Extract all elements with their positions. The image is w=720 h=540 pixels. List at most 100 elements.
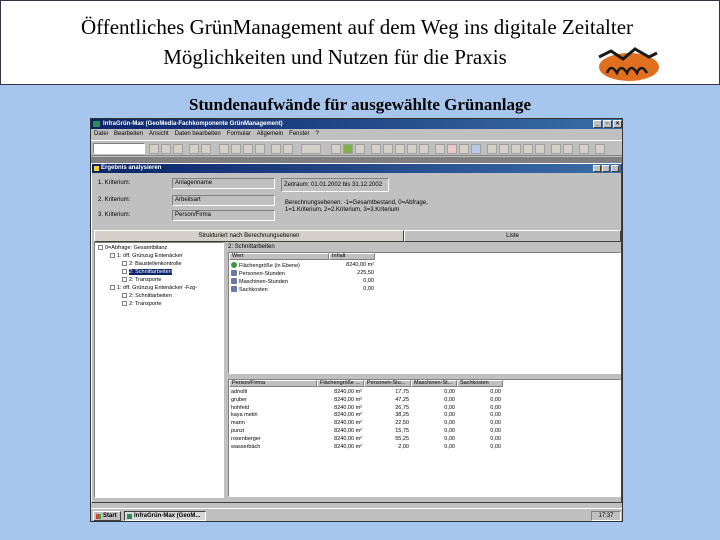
table-cell[interactable]: 0,00: [411, 428, 455, 435]
tree-node[interactable]: 0=Abfrage: Gesamtbilanz: [98, 245, 167, 252]
table-cell[interactable]: 0,00: [411, 389, 455, 396]
expand-icon[interactable]: [122, 277, 127, 282]
toolbar-measure-icon[interactable]: [563, 144, 573, 154]
menu-fenster[interactable]: Fenster: [289, 130, 309, 139]
summary-row[interactable]: Maschinen-Stunden: [231, 278, 288, 286]
toolbar-new-icon[interactable]: [149, 144, 159, 154]
table-header-flaeche[interactable]: Flächengröße ...: [317, 380, 364, 387]
summary-header-inhalt[interactable]: Inhalt: [329, 253, 375, 260]
table-cell[interactable]: 0,00: [457, 444, 501, 451]
table-cell[interactable]: 0,00: [411, 420, 455, 427]
menu-allgemein[interactable]: Allgemein: [257, 130, 283, 139]
toolbar-label-icon[interactable]: [551, 144, 561, 154]
toolbar-rotate-icon[interactable]: [523, 144, 533, 154]
summary-header-wert[interactable]: Wert: [229, 253, 329, 260]
close-button[interactable]: ×: [613, 120, 622, 128]
menu-bearbeiten[interactable]: Bearbeiten: [114, 130, 143, 139]
table-cell[interactable]: 15,75: [364, 428, 409, 435]
table-cell[interactable]: 26,75: [364, 405, 409, 412]
toolbar-next-icon[interactable]: [243, 144, 253, 154]
toolbar-save-icon[interactable]: [271, 144, 281, 154]
taskbar-app-button[interactable]: InfraGrün-Max (GeoM...: [124, 511, 206, 521]
summary-row[interactable]: Personen-Stunden: [231, 270, 285, 278]
table-cell[interactable]: punzi: [231, 428, 315, 435]
toolbar-select2-icon[interactable]: [459, 144, 469, 154]
tree-node[interactable]: 2: Schnittarbeiten: [122, 293, 172, 300]
toolbar-first-icon[interactable]: [219, 144, 229, 154]
summary-row[interactable]: Flächengröße (in Ebene): [231, 262, 300, 270]
toolbar-plus-icon[interactable]: [499, 144, 509, 154]
menu-formular[interactable]: Formular: [227, 130, 251, 139]
toolbar-select-icon[interactable]: [447, 144, 457, 154]
toolbar-search-icon[interactable]: [371, 144, 381, 154]
toolbar-prev-icon[interactable]: [231, 144, 241, 154]
table-cell[interactable]: 8240,00 m²: [317, 428, 362, 435]
tree-node[interactable]: 2: Baustellenkontrolle: [122, 261, 182, 268]
toolbar-text-icon[interactable]: [535, 144, 545, 154]
toolbar-undo-icon[interactable]: [189, 144, 199, 154]
toolbar-grid4-icon[interactable]: [419, 144, 429, 154]
table-cell[interactable]: 8240,00 m²: [317, 397, 362, 404]
expand-icon[interactable]: [122, 293, 127, 298]
minimize-button[interactable]: _: [593, 120, 602, 128]
table-cell[interactable]: wasserbäch: [231, 444, 315, 451]
table-header-person[interactable]: Person/Firma: [229, 380, 317, 387]
table-cell[interactable]: 0,00: [457, 405, 501, 412]
maximize-button[interactable]: ▫: [603, 120, 612, 128]
table-cell[interactable]: adnolti: [231, 389, 315, 396]
table-cell[interactable]: kaya metin: [231, 412, 315, 419]
table-cell[interactable]: 8240,00 m²: [317, 420, 362, 427]
collapse-icon[interactable]: [110, 253, 115, 258]
table-cell[interactable]: 8240,00 m²: [317, 444, 362, 451]
table-header-maschinen-stunden[interactable]: Maschinen-St...: [411, 380, 457, 387]
tree-node-selected[interactable]: 2: Schnittarbeiten: [122, 269, 172, 276]
toolbar-print-icon[interactable]: [595, 144, 605, 154]
dialog-minimize-button[interactable]: [593, 165, 601, 172]
table-cell[interactable]: gruber: [231, 397, 315, 404]
table-header-sachkosten[interactable]: Sachkosten: [457, 380, 503, 387]
toolbar-last-icon[interactable]: [255, 144, 265, 154]
table-cell[interactable]: 0,00: [457, 436, 501, 443]
toolbar-grid2-icon[interactable]: [395, 144, 405, 154]
table-cell[interactable]: 0,00: [411, 405, 455, 412]
table-cell[interactable]: 8240,00 m²: [317, 436, 362, 443]
menu-daten-bearbeiten[interactable]: Daten bearbeiten: [175, 130, 221, 139]
table-cell[interactable]: 0,00: [457, 397, 501, 404]
table-cell[interactable]: 8240,00 m²: [317, 389, 362, 396]
tree-node[interactable]: 1: öff. Grünzug Entenäcker: [110, 253, 183, 260]
table-cell[interactable]: 0,00: [411, 412, 455, 419]
table-cell[interactable]: 0,00: [457, 428, 501, 435]
criterion1-field[interactable]: Anlagenname: [172, 178, 275, 189]
menu-datei[interactable]: Datei: [94, 130, 108, 139]
toolbar-delete-icon[interactable]: [173, 144, 183, 154]
tree-node[interactable]: 1: öff. Grünzug Entenäcker -Fzg-: [110, 285, 197, 292]
table-cell[interactable]: 0,00: [457, 412, 501, 419]
toolbar-copy-icon[interactable]: [161, 144, 171, 154]
tab-list[interactable]: Liste: [404, 230, 621, 242]
criterion3-field[interactable]: Person/Firma: [172, 210, 275, 221]
table-cell[interactable]: 2,00: [364, 444, 409, 451]
table-cell[interactable]: 0,00: [411, 436, 455, 443]
start-button[interactable]: Start: [93, 511, 121, 521]
table-cell[interactable]: rosenberger: [231, 436, 315, 443]
toolbar-grid-icon[interactable]: [383, 144, 393, 154]
toolbar-redo-icon[interactable]: [201, 144, 211, 154]
table-cell[interactable]: 8240,00 m²: [317, 405, 362, 412]
toolbar-layer-icon[interactable]: [355, 144, 365, 154]
toolbar-export-icon[interactable]: [579, 144, 589, 154]
dialog-maximize-button[interactable]: [602, 165, 610, 172]
toolbar-pointer-icon[interactable]: [435, 144, 445, 154]
tab-structured[interactable]: Strukturiert nach Berechnungsebenen: [94, 230, 404, 242]
table-cell[interactable]: 0,00: [457, 420, 501, 427]
toolbar-analyse-icon[interactable]: [471, 144, 481, 154]
toolbar-green-icon[interactable]: [343, 144, 353, 154]
toolbar-point-icon[interactable]: [511, 144, 521, 154]
table-cell[interactable]: 0,00: [411, 444, 455, 451]
table-header-personen-stunden[interactable]: Personen-Stu...: [364, 380, 411, 387]
table-cell[interactable]: 0,00: [457, 389, 501, 396]
table-cell[interactable]: 38,25: [364, 412, 409, 419]
table-cell[interactable]: 8240,00 m²: [317, 412, 362, 419]
table-cell[interactable]: 17,75: [364, 389, 409, 396]
dialog-close-button[interactable]: [611, 165, 619, 172]
expand-icon[interactable]: [122, 301, 127, 306]
